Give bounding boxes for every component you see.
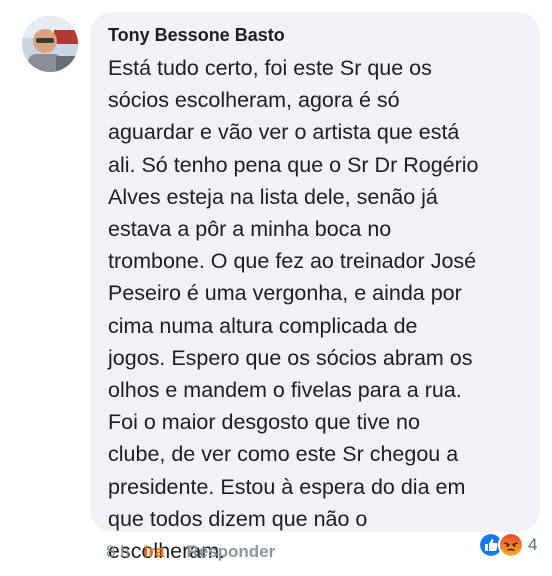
comment-line: ali. Só tenho pena que o Sr Dr Rogério: [108, 152, 479, 177]
reaction-button[interactable]: Ira: [144, 542, 165, 562]
comment-line: sócios escolheram, agora é só: [108, 88, 400, 113]
comment-line: Foi o maior desgosto que tive no: [108, 410, 420, 435]
reaction-count: 4: [528, 535, 538, 554]
comment-line: jogos. Espero que os sócios abram os: [108, 345, 473, 370]
angry-icon: [498, 532, 524, 558]
comment-line: Peseiro é uma vergonha, e ainda por: [108, 281, 462, 306]
comment-line: Está tudo certo, foi este Sr que os: [108, 56, 432, 80]
comment-line: cima numa altura complicada de: [108, 313, 418, 338]
comment-line: Alves esteja na lista dele, senão já: [108, 184, 438, 209]
comment-view: Tony Bessone Basto Está tudo certo, foi …: [0, 0, 552, 576]
reply-button[interactable]: Responder: [186, 542, 275, 562]
comment-line: clube, de ver como este Sr chegou a: [108, 442, 459, 467]
comment-line: aguardar e vão ver o artista que está: [108, 120, 460, 145]
reaction-summary[interactable]: 4: [478, 531, 537, 559]
comment-line: presidente. Estou à espera do dia em: [108, 474, 466, 499]
comment-line: que todos dizem que não o: [108, 506, 368, 531]
profile-photo: [22, 16, 78, 72]
comment-timestamp[interactable]: 8 h: [106, 542, 130, 562]
avatar[interactable]: [22, 16, 78, 72]
comment-actions: 8 h Ira Responder: [106, 539, 275, 565]
comment-author[interactable]: Tony Bessone Basto: [108, 24, 526, 46]
comment-text: Está tudo certo, foi este Sr que os sóci…: [108, 52, 526, 567]
comment-line: olhos e mandem o fivelas para a rua.: [108, 378, 462, 403]
comment-bubble: Tony Bessone Basto Está tudo certo, foi …: [90, 12, 540, 563]
comment-line: trombone. O que fez ao treinador José: [108, 249, 477, 274]
comment-line: estava a pôr a minha boca no: [108, 217, 392, 242]
